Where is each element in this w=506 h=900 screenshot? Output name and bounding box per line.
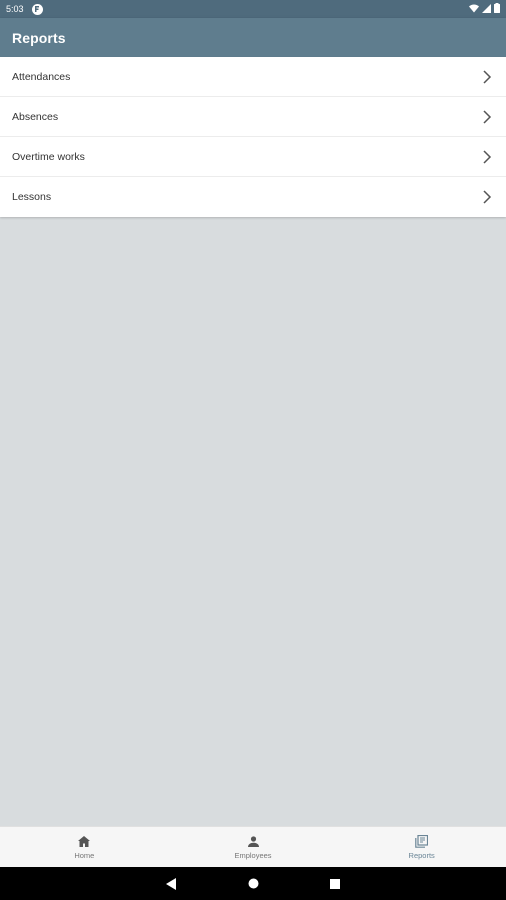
wifi-icon	[469, 4, 479, 15]
chevron-right-icon	[480, 69, 494, 84]
home-icon	[77, 835, 91, 849]
status-bar: 5:03	[0, 0, 506, 18]
report-item-overtime-works[interactable]: Overtime works	[0, 137, 506, 177]
report-list: Attendances Absences Overtime works Less…	[0, 57, 506, 217]
person-icon	[246, 835, 260, 849]
chevron-right-icon	[480, 109, 494, 124]
report-item-label: Lessons	[12, 191, 52, 203]
status-left: 5:03	[6, 3, 43, 15]
chevron-right-icon	[480, 190, 494, 204]
nav-item-home[interactable]: Home	[0, 827, 169, 867]
back-icon[interactable]	[164, 877, 178, 891]
nav-item-employees[interactable]: Employees	[169, 827, 338, 867]
battery-icon	[494, 3, 500, 15]
report-item-label: Overtime works	[12, 150, 85, 163]
report-item-label: Absences	[12, 110, 59, 123]
nav-label: Reports	[408, 850, 435, 860]
system-nav-bar	[0, 867, 506, 900]
app-notification-icon	[31, 3, 43, 15]
bottom-nav: Home Employees Reports	[0, 826, 506, 867]
status-time: 5:03	[6, 4, 24, 14]
chevron-right-icon	[480, 149, 494, 164]
report-item-label: Attendances	[12, 70, 71, 83]
status-right	[469, 3, 500, 15]
report-item-attendances[interactable]: Attendances	[0, 57, 506, 97]
report-item-absences[interactable]: Absences	[0, 97, 506, 137]
recents-icon[interactable]	[328, 877, 342, 891]
app-bar: Reports	[0, 18, 506, 57]
page-title: Reports	[12, 29, 66, 46]
nav-item-reports[interactable]: Reports	[337, 827, 506, 867]
nav-label: Employees	[234, 850, 272, 860]
signal-icon	[482, 3, 491, 15]
home-circle-icon[interactable]	[246, 877, 260, 891]
reports-icon	[415, 835, 429, 849]
report-item-lessons[interactable]: Lessons	[0, 177, 506, 217]
nav-label: Home	[74, 850, 95, 860]
